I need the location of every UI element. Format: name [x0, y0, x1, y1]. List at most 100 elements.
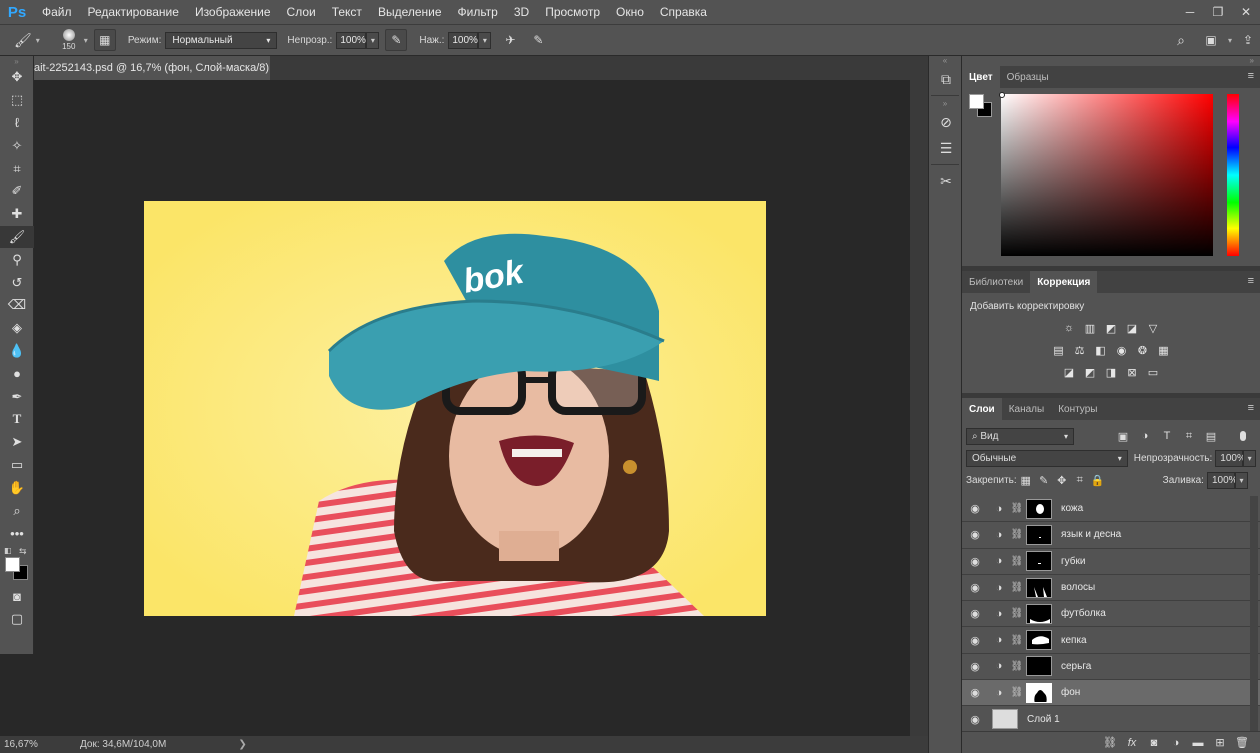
- fill-dropdown-icon[interactable]: ▾: [1234, 471, 1248, 489]
- rectangle-tool-icon[interactable]: ▭: [0, 454, 34, 477]
- layer-row[interactable]: ◉ ◑ ⛓ губки: [962, 549, 1260, 575]
- eyedropper-tool-icon[interactable]: ✐: [0, 180, 34, 203]
- brush-panel-toggle-icon[interactable]: ▦: [93, 29, 116, 51]
- lock-transparent-icon[interactable]: ▦: [1017, 474, 1035, 487]
- airbrush-icon[interactable]: ✈: [499, 29, 521, 51]
- brush-tool-icon[interactable]: 🖌: [0, 225, 34, 249]
- gradient-map-icon[interactable]: ▭: [1145, 364, 1162, 380]
- add-mask-icon[interactable]: ◙: [1146, 737, 1162, 749]
- hue-saturation-icon[interactable]: ▤: [1050, 342, 1067, 358]
- zoom-tool-icon[interactable]: ⌕: [0, 499, 34, 522]
- eye-icon[interactable]: ◉: [962, 607, 988, 620]
- pressure-opacity-icon[interactable]: ✎: [385, 29, 408, 51]
- layer-row[interactable]: ◉ ◑ ⛓ фон: [962, 680, 1260, 707]
- properties-icon[interactable]: ☰: [929, 135, 963, 161]
- tab-swatches[interactable]: Образцы: [1000, 66, 1056, 88]
- chevron-down-icon[interactable]: ▾: [84, 36, 88, 45]
- flow-input[interactable]: 100%: [448, 31, 479, 49]
- layer-row[interactable]: ◉ ◑ ⛓ кепка: [962, 627, 1260, 654]
- layer-row[interactable]: ◉ ◑ ⛓ волосы: [962, 575, 1260, 602]
- workspace-icon[interactable]: ▣: [1198, 33, 1224, 47]
- layer-mask-thumbnail[interactable]: [1026, 682, 1052, 703]
- clone-stamp-tool-icon[interactable]: ⚲: [0, 248, 34, 271]
- levels-icon[interactable]: ▥: [1082, 320, 1099, 336]
- layer-style-icon[interactable]: fx: [1124, 737, 1140, 749]
- filter-shape-icon[interactable]: ⌗: [1178, 430, 1200, 443]
- vibrance-icon[interactable]: ▽: [1145, 320, 1162, 336]
- panel-collapse-icon[interactable]: »: [0, 56, 33, 66]
- magic-wand-tool-icon[interactable]: ✧: [0, 134, 34, 157]
- link-icon[interactable]: ⛓: [1010, 608, 1024, 619]
- fill-input[interactable]: 100%: [1206, 471, 1238, 489]
- filter-type-icon[interactable]: T: [1156, 430, 1178, 443]
- document-image[interactable]: bok: [144, 201, 766, 616]
- paint-bucket-tool-icon[interactable]: ◈: [0, 317, 34, 340]
- filter-pixel-icon[interactable]: ▣: [1112, 430, 1134, 443]
- lasso-tool-icon[interactable]: ℓ: [0, 112, 34, 135]
- tab-channels[interactable]: Каналы: [1002, 398, 1052, 420]
- share-icon[interactable]: ⇪: [1236, 33, 1260, 47]
- link-layers-icon[interactable]: ⛓: [1102, 736, 1118, 749]
- trash-icon[interactable]: 🗑: [1234, 736, 1250, 749]
- layer-opacity-input[interactable]: 100%: [1215, 449, 1246, 467]
- menu-3d[interactable]: 3D: [506, 0, 537, 24]
- status-menu-arrow-icon[interactable]: ❯: [238, 739, 246, 750]
- default-colors-icon[interactable]: ◧: [4, 546, 12, 555]
- pen-tool-icon[interactable]: ✒: [0, 385, 34, 408]
- healing-brush-tool-icon[interactable]: ✚: [0, 203, 34, 226]
- crop-tool-icon[interactable]: ⌗: [0, 157, 34, 180]
- blend-mode-select[interactable]: Обычные ▾: [966, 449, 1128, 467]
- link-icon[interactable]: ⛓: [1010, 661, 1024, 672]
- quick-mask-icon[interactable]: ◙: [0, 585, 34, 608]
- threshold-icon[interactable]: ◨: [1103, 364, 1120, 380]
- eye-icon[interactable]: ◉: [962, 713, 988, 726]
- color-lookup-icon[interactable]: ▦: [1155, 342, 1172, 358]
- layer-mask-thumbnail[interactable]: [1026, 656, 1052, 677]
- tab-paths[interactable]: Контуры: [1051, 398, 1104, 420]
- new-adjustment-layer-icon[interactable]: ◑: [1168, 737, 1184, 749]
- layer-mask-thumbnail[interactable]: [1026, 577, 1052, 598]
- hue-slider[interactable]: [1227, 94, 1239, 256]
- layer-row[interactable]: ◉ ◑ ⛓ кожа: [962, 496, 1260, 523]
- panel-menu-icon[interactable]: ≡: [1248, 402, 1254, 414]
- tab-color[interactable]: Цвет: [962, 66, 1000, 88]
- curves-icon[interactable]: ◩: [1103, 320, 1120, 336]
- eraser-tool-icon[interactable]: ⌫: [0, 294, 34, 317]
- opacity-dropdown-icon[interactable]: ▾: [366, 31, 380, 49]
- posterize-icon[interactable]: ◩: [1082, 364, 1099, 380]
- panel-collapse-icon[interactable]: »: [929, 99, 961, 109]
- more-tools-icon[interactable]: •••: [0, 522, 34, 545]
- eye-icon[interactable]: ◉: [962, 634, 988, 647]
- color-field[interactable]: [1001, 94, 1213, 256]
- filter-adjustment-icon[interactable]: ◑: [1134, 430, 1156, 443]
- selective-color-icon[interactable]: ⊠: [1124, 364, 1141, 380]
- layer-mask-thumbnail[interactable]: [1026, 603, 1052, 624]
- photo-filter-icon[interactable]: ◉: [1113, 342, 1130, 358]
- document-tab[interactable]: ait-2252143.psd @ 16,7% (фон, Слой-маска…: [34, 56, 270, 80]
- chevron-down-icon[interactable]: ▾: [36, 36, 40, 45]
- opacity-dropdown-icon[interactable]: ▾: [1243, 449, 1256, 467]
- type-tool-icon[interactable]: T: [0, 408, 34, 431]
- menu-edit[interactable]: Редактирование: [80, 0, 187, 24]
- layer-thumbnail[interactable]: [992, 709, 1018, 730]
- menu-select[interactable]: Выделение: [370, 0, 450, 24]
- close-button[interactable]: ✕: [1232, 0, 1260, 24]
- brush-settings-icon[interactable]: ⊘: [929, 109, 963, 135]
- panel-menu-icon[interactable]: ≡: [1248, 70, 1254, 82]
- filter-smart-object-icon[interactable]: ▤: [1200, 430, 1222, 443]
- menu-view[interactable]: Просмотр: [537, 0, 608, 24]
- eye-icon[interactable]: ◉: [962, 528, 988, 541]
- menu-layers[interactable]: Слои: [279, 0, 324, 24]
- new-layer-icon[interactable]: ⊞: [1212, 736, 1228, 749]
- blur-tool-icon[interactable]: 💧: [0, 340, 34, 363]
- pressure-size-icon[interactable]: ✎: [527, 29, 549, 51]
- panel-collapse-icon[interactable]: «: [929, 56, 961, 66]
- menu-window[interactable]: Окно: [608, 0, 652, 24]
- eye-icon[interactable]: ◉: [962, 686, 988, 699]
- foreground-color-swatch[interactable]: [5, 556, 20, 572]
- restore-button[interactable]: ❐: [1204, 0, 1232, 24]
- zoom-level[interactable]: 16,67%: [0, 739, 40, 750]
- layer-row[interactable]: ◉ ◑ ⛓ язык и десна: [962, 522, 1260, 549]
- brush-tool-icon[interactable]: 🖌: [14, 32, 32, 49]
- blend-mode-select[interactable]: Нормальный ▾: [165, 31, 278, 49]
